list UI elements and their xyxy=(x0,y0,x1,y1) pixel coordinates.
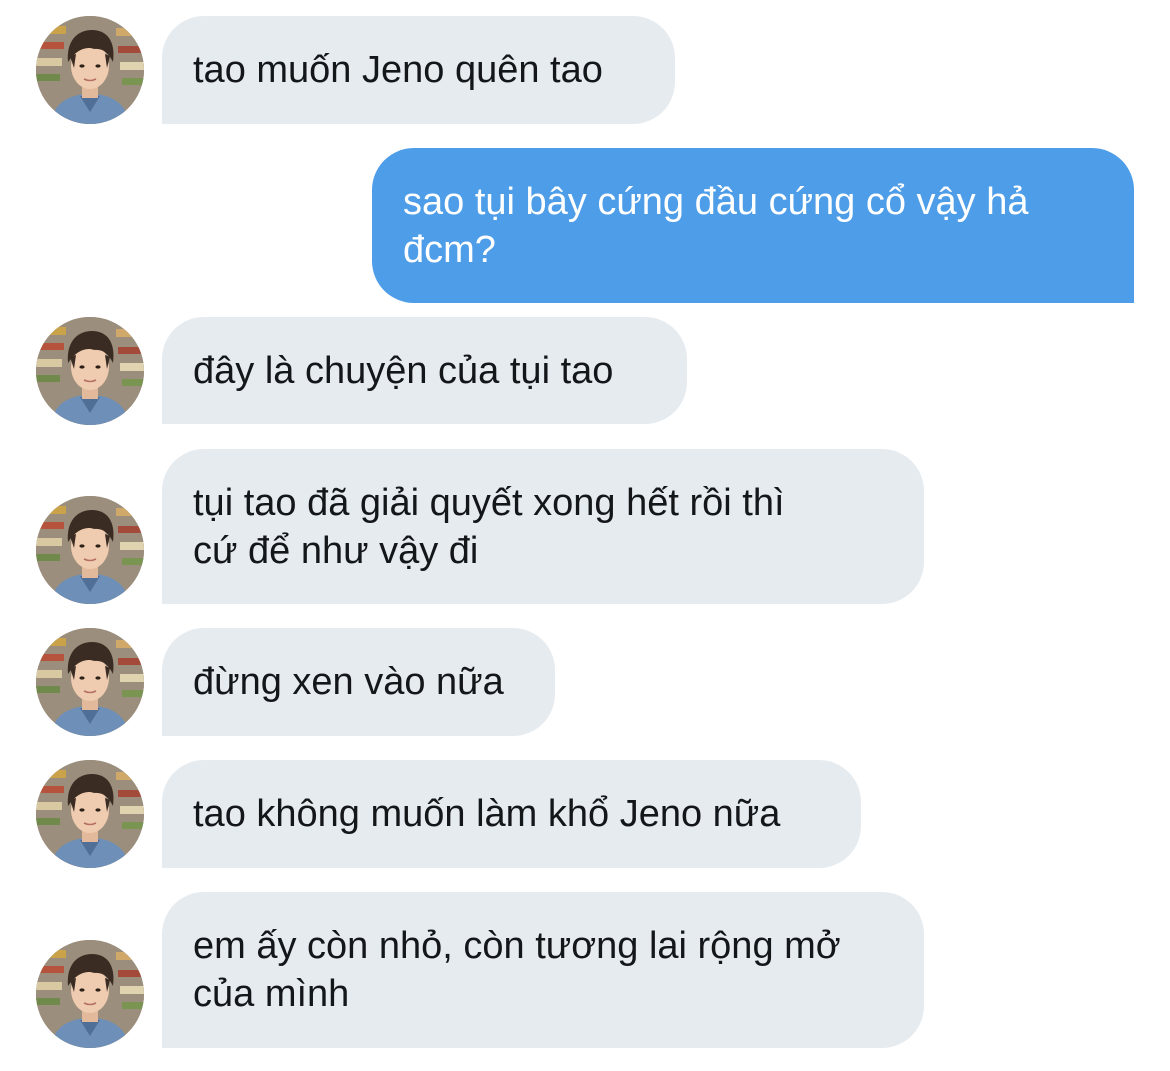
message-text: em ấy còn nhỏ, còn tương lai rộng mở của… xyxy=(193,925,841,1015)
message-bubble-incoming[interactable]: tụi tao đã giải quyết xong hết rồi thì c… xyxy=(162,449,924,604)
avatar[interactable] xyxy=(36,760,144,868)
profile-photo-icon xyxy=(36,16,144,124)
profile-photo-icon xyxy=(36,940,144,1048)
avatar[interactable] xyxy=(36,940,144,1048)
avatar[interactable] xyxy=(36,16,144,124)
profile-photo-icon xyxy=(36,496,144,604)
message-bubble-outgoing[interactable]: sao tụi bây cứng đầu cứng cổ vậy hả đcm? xyxy=(372,148,1134,303)
message-bubble-incoming[interactable]: tao muốn Jeno quên tao xyxy=(162,16,675,124)
avatar[interactable] xyxy=(36,496,144,604)
message-text: sao tụi bây cứng đầu cứng cổ vậy hả đcm? xyxy=(403,180,1029,271)
message-bubble-incoming[interactable]: tao không muốn làm khổ Jeno nữa xyxy=(162,760,861,868)
message-bubble-incoming[interactable]: đây là chuyện của tụi tao xyxy=(162,317,687,424)
profile-photo-icon xyxy=(36,760,144,868)
message-bubble-incoming[interactable]: đừng xen vào nữa xyxy=(162,628,555,736)
profile-photo-icon xyxy=(36,317,144,425)
message-bubble-incoming[interactable]: em ấy còn nhỏ, còn tương lai rộng mở của… xyxy=(162,892,924,1048)
avatar[interactable] xyxy=(36,628,144,736)
avatar[interactable] xyxy=(36,317,144,425)
message-text: tao muốn Jeno quên tao xyxy=(193,49,603,91)
message-text: tao không muốn làm khổ Jeno nữa xyxy=(193,793,781,835)
message-text: đây là chuyện của tụi tao xyxy=(193,349,614,392)
message-text: đừng xen vào nữa xyxy=(193,661,504,703)
message-text: tụi tao đã giải quyết xong hết rồi thì c… xyxy=(193,481,785,572)
profile-photo-icon xyxy=(36,628,144,736)
